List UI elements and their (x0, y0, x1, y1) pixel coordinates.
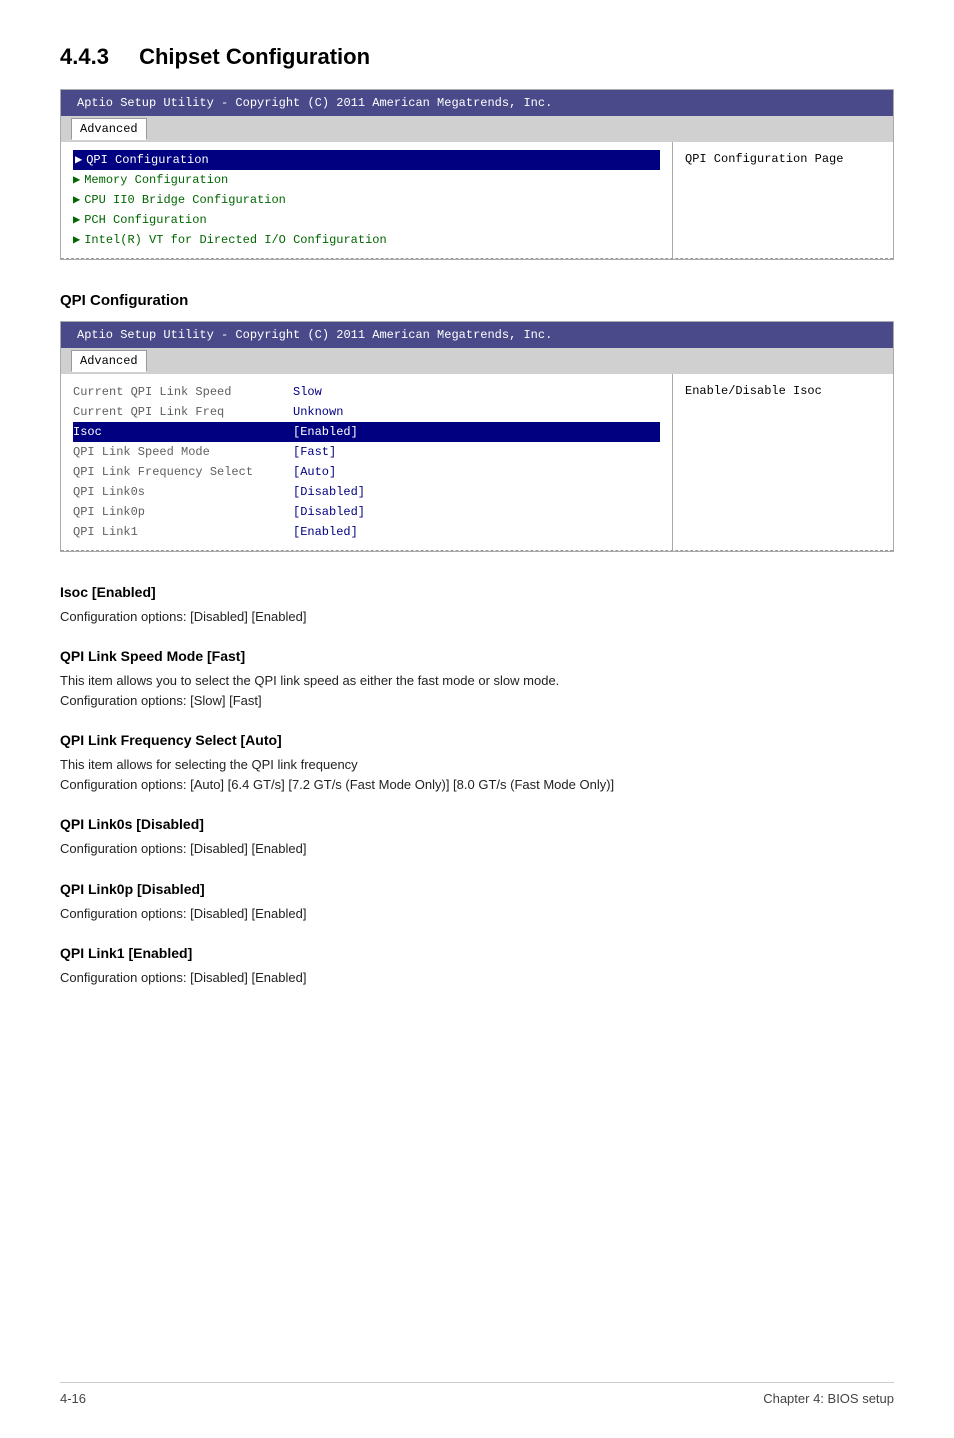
chipset-bios-header-text: Aptio Setup Utility - Copyright (C) 2011… (77, 96, 552, 110)
chipset-menu-item-0[interactable]: ▶ QPI Configuration (73, 150, 660, 170)
chipset-bios-tab-bar: Advanced (61, 116, 893, 142)
qpi-section-heading: QPI Configuration (60, 290, 894, 313)
chipset-menu-item-label: Memory Configuration (84, 171, 228, 189)
qpi-row-2[interactable]: Isoc[Enabled] (73, 422, 660, 442)
arrow-icon: ▶ (73, 191, 80, 209)
qpi-row-4: QPI Link Frequency Select[Auto] (73, 462, 660, 482)
desc-line-qpi-link-speed-mode-1: Configuration options: [Slow] [Fast] (60, 691, 894, 711)
qpi-row-value: [Enabled] (293, 423, 660, 441)
qpi-row-label: QPI Link Frequency Select (73, 463, 293, 481)
desc-line-qpi-link-frequency-select-1: Configuration options: [Auto] [6.4 GT/s]… (60, 775, 894, 795)
qpi-bios-tab-bar: Advanced (61, 348, 893, 374)
desc-section-qpi-link-frequency-select: QPI Link Frequency Select [Auto] This ite… (60, 730, 894, 794)
arrow-icon: ▶ (73, 211, 80, 229)
desc-section-qpi-link1: QPI Link1 [Enabled] Configuration options… (60, 943, 894, 988)
qpi-row-value: Slow (293, 383, 660, 401)
qpi-bios-header-text: Aptio Setup Utility - Copyright (C) 2011… (77, 328, 552, 342)
chipset-bios-header: Aptio Setup Utility - Copyright (C) 2011… (61, 90, 893, 116)
qpi-row-value: [Enabled] (293, 523, 660, 541)
qpi-bios-box: Aptio Setup Utility - Copyright (C) 2011… (60, 321, 894, 552)
desc-title-qpi-link0s: QPI Link0s [Disabled] (60, 814, 894, 835)
chipset-menu-item-label: Intel(R) VT for Directed I/O Configurati… (84, 231, 386, 249)
qpi-bios-dashed-line (61, 550, 893, 551)
arrow-icon: ▶ (73, 171, 80, 189)
desc-line-qpi-link0p-0: Configuration options: [Disabled] [Enabl… (60, 904, 894, 924)
qpi-bios-header: Aptio Setup Utility - Copyright (C) 2011… (61, 322, 893, 348)
section-number: 4.4.3 (60, 44, 109, 69)
qpi-row-7: QPI Link1[Enabled] (73, 522, 660, 542)
footer-page-number: 4-16 (60, 1389, 86, 1409)
qpi-bios-content: Current QPI Link SpeedSlowCurrent QPI Li… (61, 374, 893, 550)
qpi-row-label: Current QPI Link Speed (73, 383, 293, 401)
chipset-bios-tab-advanced[interactable]: Advanced (71, 118, 147, 140)
arrow-icon: ▶ (75, 151, 82, 169)
qpi-bios-tab-advanced[interactable]: Advanced (71, 350, 147, 372)
desc-title-qpi-link0p: QPI Link0p [Disabled] (60, 879, 894, 900)
qpi-bios-left: Current QPI Link SpeedSlowCurrent QPI Li… (61, 374, 673, 550)
qpi-bios-right: Enable/Disable Isoc (673, 374, 893, 550)
qpi-row-value: [Disabled] (293, 483, 660, 501)
descriptions-container: Isoc [Enabled] Configuration options: [Di… (60, 582, 894, 988)
chipset-menu-item-4[interactable]: ▶ Intel(R) VT for Directed I/O Configura… (73, 230, 660, 250)
desc-section-qpi-link0p: QPI Link0p [Disabled] Configuration optio… (60, 879, 894, 924)
chipset-bios-right: QPI Configuration Page (673, 142, 893, 258)
desc-section-qpi-link-speed-mode: QPI Link Speed Mode [Fast] This item allo… (60, 646, 894, 710)
chipset-menu-item-3[interactable]: ▶ PCH Configuration (73, 210, 660, 230)
desc-line-isoc-0: Configuration options: [Disabled] [Enabl… (60, 607, 894, 627)
desc-section-isoc: Isoc [Enabled] Configuration options: [Di… (60, 582, 894, 627)
footer-chapter: Chapter 4: BIOS setup (763, 1389, 894, 1409)
chipset-bios-help-text: QPI Configuration Page (685, 152, 843, 166)
arrow-icon: ▶ (73, 231, 80, 249)
qpi-row-label: Current QPI Link Freq (73, 403, 293, 421)
chipset-menu-item-2[interactable]: ▶ CPU II0 Bridge Configuration (73, 190, 660, 210)
qpi-row-6: QPI Link0p[Disabled] (73, 502, 660, 522)
chipset-bios-dashed-line (61, 258, 893, 259)
desc-title-qpi-link1: QPI Link1 [Enabled] (60, 943, 894, 964)
chipset-menu-item-label: PCH Configuration (84, 211, 206, 229)
chipset-menu-item-1[interactable]: ▶ Memory Configuration (73, 170, 660, 190)
chipset-bios-left: ▶ QPI Configuration▶ Memory Configuratio… (61, 142, 673, 258)
desc-line-qpi-link-speed-mode-0: This item allows you to select the QPI l… (60, 671, 894, 691)
desc-title-qpi-link-speed-mode: QPI Link Speed Mode [Fast] (60, 646, 894, 667)
qpi-row-value: [Fast] (293, 443, 660, 461)
desc-title-qpi-link-frequency-select: QPI Link Frequency Select [Auto] (60, 730, 894, 751)
qpi-row-value: [Auto] (293, 463, 660, 481)
chipset-bios-box: Aptio Setup Utility - Copyright (C) 2011… (60, 89, 894, 260)
chipset-bios-content: ▶ QPI Configuration▶ Memory Configuratio… (61, 142, 893, 258)
page-footer: 4-16 Chapter 4: BIOS setup (60, 1382, 894, 1409)
qpi-row-5: QPI Link0s[Disabled] (73, 482, 660, 502)
qpi-row-0: Current QPI Link SpeedSlow (73, 382, 660, 402)
section-heading-text: Chipset Configuration (139, 44, 370, 69)
desc-title-isoc: Isoc [Enabled] (60, 582, 894, 603)
qpi-row-label: QPI Link0s (73, 483, 293, 501)
desc-line-qpi-link0s-0: Configuration options: [Disabled] [Enabl… (60, 839, 894, 859)
desc-section-qpi-link0s: QPI Link0s [Disabled] Configuration optio… (60, 814, 894, 859)
qpi-row-value: Unknown (293, 403, 660, 421)
desc-line-qpi-link1-0: Configuration options: [Disabled] [Enabl… (60, 968, 894, 988)
chipset-menu-item-label: CPU II0 Bridge Configuration (84, 191, 286, 209)
qpi-row-1: Current QPI Link FreqUnknown (73, 402, 660, 422)
qpi-row-label: QPI Link Speed Mode (73, 443, 293, 461)
qpi-row-value: [Disabled] (293, 503, 660, 521)
qpi-row-3: QPI Link Speed Mode[Fast] (73, 442, 660, 462)
desc-line-qpi-link-frequency-select-0: This item allows for selecting the QPI l… (60, 755, 894, 775)
chipset-menu-item-label: QPI Configuration (86, 151, 208, 169)
qpi-row-label: QPI Link1 (73, 523, 293, 541)
section-title: 4.4.3 Chipset Configuration (60, 40, 894, 73)
qpi-bios-help-text: Enable/Disable Isoc (685, 384, 822, 398)
qpi-row-label: QPI Link0p (73, 503, 293, 521)
qpi-row-label: Isoc (73, 423, 293, 441)
